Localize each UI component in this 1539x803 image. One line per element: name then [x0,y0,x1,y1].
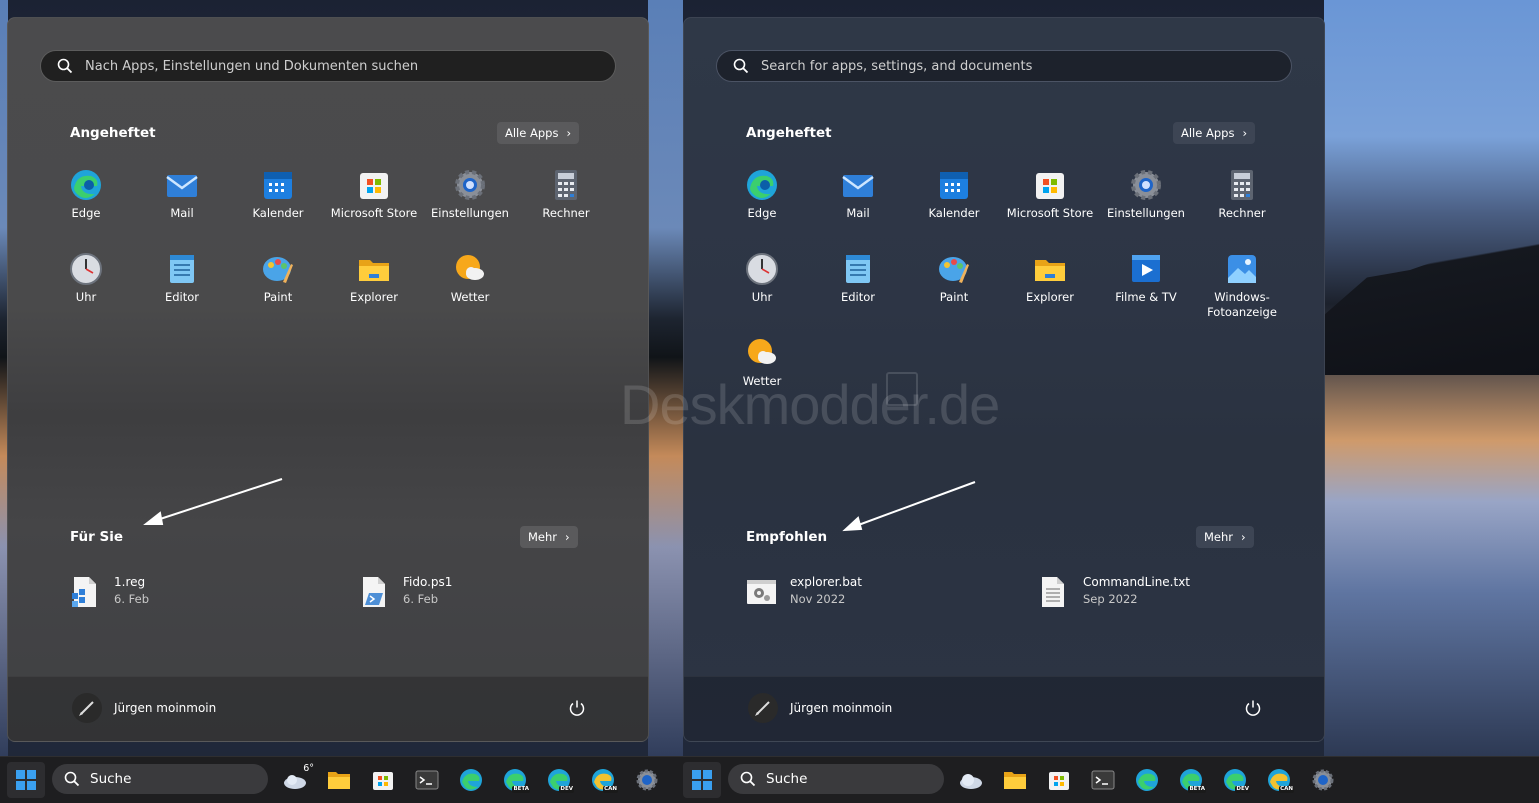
can-badge: CAN [1279,786,1294,793]
edge-beta-icon[interactable]: BETA [503,768,530,793]
search-icon [64,771,80,787]
edge-beta-icon[interactable]: BETA [1179,768,1206,793]
terminal-icon[interactable] [415,768,439,792]
edge-canary-icon[interactable]: CAN [1267,768,1294,793]
store-icon[interactable] [371,768,395,792]
taskbar-search[interactable]: Suche [52,764,268,794]
start-button[interactable] [7,762,45,798]
search-icon [740,771,756,787]
file-explorer-icon[interactable] [327,768,351,792]
store-icon[interactable] [1047,768,1071,792]
edge-icon[interactable] [459,768,483,792]
taskbar-left: Suche 6° BETA DEV CAN [0,757,676,803]
dev-badge: DEV [559,786,574,793]
watermark-logo-icon [886,372,918,406]
file-explorer-icon[interactable] [1003,768,1027,792]
start-button[interactable] [683,762,721,798]
settings-icon[interactable] [1311,768,1335,792]
can-badge: CAN [603,786,618,793]
beta-badge: BETA [1188,786,1206,793]
weather-widget-icon[interactable] [959,768,983,792]
weather-temp: 6° [303,763,314,774]
beta-badge: BETA [512,786,530,793]
edge-canary-icon[interactable]: CAN [591,768,618,793]
taskbar-search[interactable]: Suche [728,764,944,794]
taskbar-search-label: Suche [90,771,132,787]
weather-widget-icon[interactable]: 6° [283,763,314,792]
taskbar: Suche 6° BETA DEV CAN Suche BETA DEV CAN [0,756,1539,803]
edge-dev-icon[interactable]: DEV [547,768,574,793]
taskbar-search-label: Suche [766,771,808,787]
watermark-text: Deskmodder.de [620,373,1000,436]
terminal-icon[interactable] [1091,768,1115,792]
dev-badge: DEV [1235,786,1250,793]
taskbar-right: Suche BETA DEV CAN [676,757,1539,803]
settings-icon[interactable] [635,768,659,792]
edge-icon[interactable] [1135,768,1159,792]
edge-dev-icon[interactable]: DEV [1223,768,1250,793]
